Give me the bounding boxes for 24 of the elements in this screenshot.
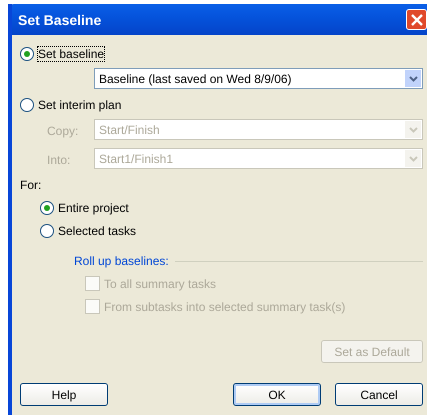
window-title: Set Baseline	[18, 12, 102, 28]
radio-button[interactable]	[40, 224, 54, 238]
section-label: For:	[20, 178, 42, 194]
help-button[interactable]: Help	[20, 383, 108, 406]
checkbox-label: To all summary tasks	[104, 276, 216, 290]
radio-label: Selected tasks	[58, 224, 136, 238]
dropdown-value: Start/Finish	[98, 122, 160, 136]
close-icon	[410, 14, 422, 26]
dialog-button[interactable]: OK	[233, 383, 321, 406]
close-button[interactable]	[406, 9, 427, 30]
baseline-dropdown[interactable]: Baseline (last saved on Wed 8/9/06)	[94, 68, 423, 89]
checkbox-label: From subtasks into selected summary task(s)	[104, 300, 346, 314]
field-label: Copy:	[46, 124, 80, 138]
radio-button[interactable]	[20, 47, 34, 61]
dialog-button[interactable]: Cancel	[335, 383, 423, 406]
radio-label: Set baseline	[38, 47, 104, 61]
dropdown-value: Start1/Finish1	[98, 152, 174, 166]
dropdown-value: Baseline (last saved on Wed 8/9/06)	[98, 72, 292, 86]
group-title: Roll up baselines:	[74, 254, 169, 268]
radio-button[interactable]	[40, 200, 54, 214]
field-label: Into:	[46, 152, 72, 166]
radio-label: Set interim plan	[38, 98, 122, 112]
radio-label: Entire project	[58, 200, 129, 214]
radio-button[interactable]	[20, 98, 34, 112]
